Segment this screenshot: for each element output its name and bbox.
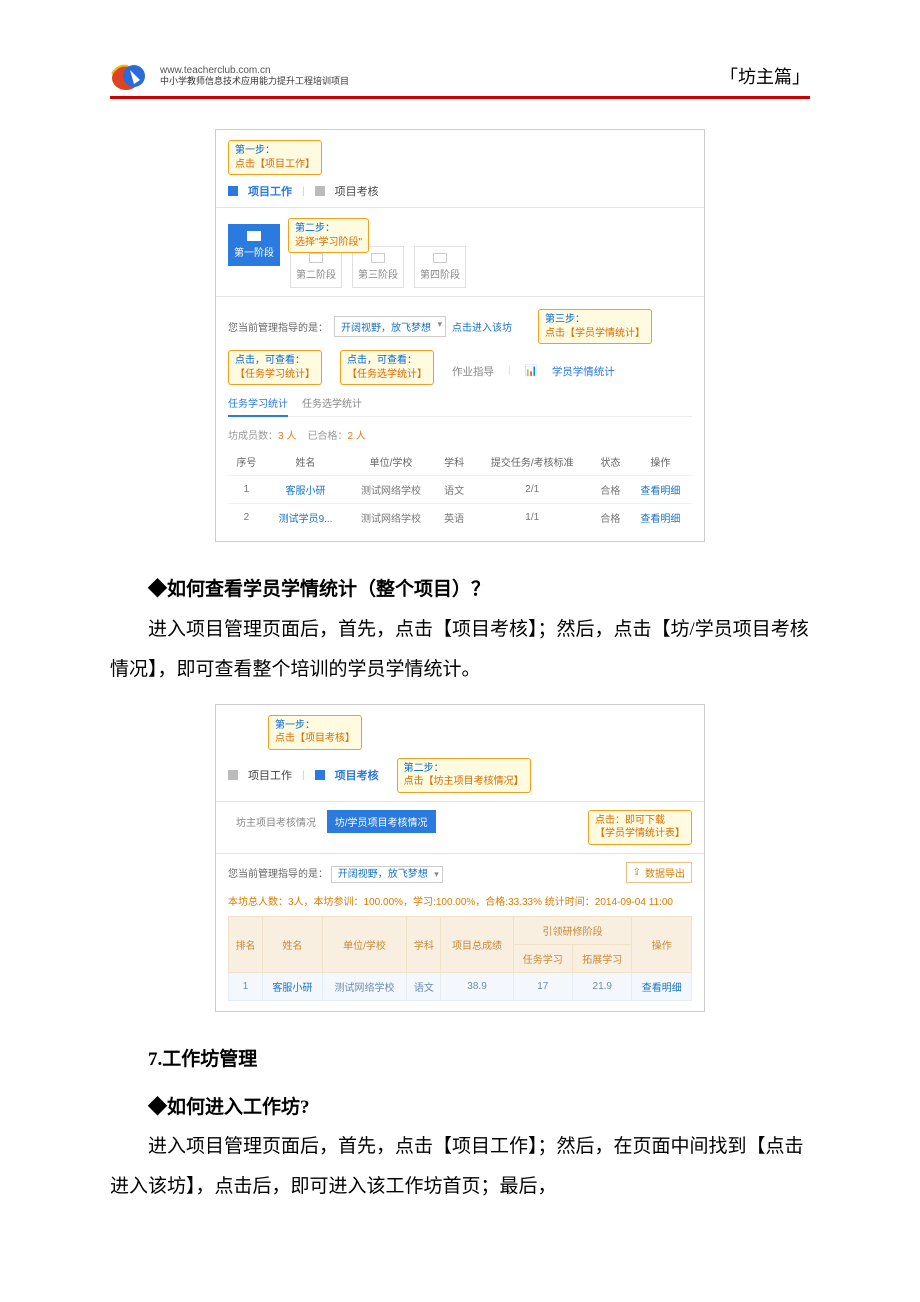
stat-tab-student-icon: 📊 [525,364,538,379]
mgmt-label: 您当前管理指导的是： [228,319,328,334]
logo-icon [110,60,154,92]
member-counts: 坊成员数：3 人 已合格：2 人 [228,427,692,442]
section-heading-stat: ◆如何查看学员学情统计（整个项目）？ [110,570,810,610]
section-heading-enter: ◆如何进入工作坊? [110,1088,810,1128]
stat-tab-student[interactable]: 学员学情统计 [552,364,615,379]
mgmt-label: 您当前管理指导的是： [228,869,328,880]
callout2-step2: 第二步： 点击【坊主项目考核情况】 [397,758,531,793]
view-detail-link[interactable]: 查看明细 [629,476,692,504]
summary-line: 本坊总人数：3人，本坊参训：100.00%，学习:100.00%，合格:33.3… [228,893,692,908]
table-row: 1 客服小研 测试网络学校 语文 2/1 合格 查看明细 [228,476,692,504]
tab-work-icon [228,186,238,196]
tab-project-assess[interactable]: 项目考核 [335,183,379,199]
callout-task-study: 点击，可查看： 【任务学习统计】 [228,350,322,385]
section-body-enter: 进入项目管理页面后，首先，点击【项目工作】；然后，在页面中间找到【点击进入该坊】… [110,1127,810,1207]
callout-step3-line1: 第三步： [545,314,585,325]
page-header: www.teacherclub.com.cn 中小学教师信息技术应用能力提升工程… [110,60,810,99]
tab-assess-icon [315,186,325,196]
stage-4[interactable]: 第四阶段 [414,246,466,288]
stage-1[interactable]: 第一阶段 [228,224,280,266]
callout-task-select: 点击，可查看： 【任务选学统计】 [340,350,434,385]
tab-assess-icon [315,770,325,780]
table-row: 1 客服小研 测试网络学校 语文 38.9 17 21.9 查看明细 [229,972,692,1000]
callout-download: 点击：即可下载 【学员学情统计表】 [588,810,692,845]
logo-block: www.teacherclub.com.cn 中小学教师信息技术应用能力提升工程… [110,60,349,92]
callout-step1: 第一步： 点击【项目工作】 [228,140,322,175]
section-7-title: 7.工作坊管理 [110,1040,810,1080]
header-url: www.teacherclub.com.cn [160,65,349,76]
header-right: 「坊主篇」 [720,63,810,89]
tab-work-icon [228,770,238,780]
table-row: 2 测试学员9... 测试网络学校 英语 1/1 合格 查看明细 [228,504,692,532]
tab-project-work[interactable]: 项目工作 [248,767,292,783]
assess-table: 排名 姓名 单位/学校 学科 项目总成绩 引领研修阶段 操作 任务学习 拓展学习… [228,916,692,1001]
export-icon: ⇪ [633,867,641,878]
view-detail-link[interactable]: 查看明细 [632,972,692,1000]
screenshot-1: 第一步： 点击【项目工作】 项目工作 | 项目考核 第一阶段 第二步： 选择"学… [215,129,705,542]
callout-step3-line2: 点击【学员学情统计】 [545,328,645,339]
student-table: 序号 姓名 单位/学校 学科 提交任务/考核标准 状态 操作 1 客服小研 测试… [228,448,692,531]
callout-step2-line1: 第二步： [295,223,335,234]
callout-step3: 第三步： 点击【学员学情统计】 [538,309,652,344]
subtab-student-assess[interactable]: 坊/学员项目考核情况 [327,810,436,833]
workshop-dropdown[interactable]: 开阔视野，放飞梦想 [331,866,443,883]
callout-step2: 第二步： 选择"学习阶段" [288,218,369,253]
enter-workshop-link[interactable]: 点击进入该坊 [452,319,512,334]
subtab-task-select[interactable]: 任务选学统计 [302,395,362,410]
workshop-dropdown[interactable]: 开阔视野，放飞梦想 [334,316,446,337]
section-body-stat: 进入项目管理页面后，首先，点击【项目考核】；然后，点击【坊/学员项目考核情况】，… [110,610,810,690]
view-detail-link[interactable]: 查看明细 [629,504,692,532]
export-button[interactable]: ⇪ 数据导出 [626,862,692,883]
callout-step2-line2: 选择"学习阶段" [295,237,362,248]
callout-step1-line2: 点击【项目工作】 [235,159,315,170]
stat-tab-homework[interactable]: 作业指导 [452,364,494,379]
subtab-task-study[interactable]: 任务学习统计 [228,395,288,417]
callout-step1-line1: 第一步： [235,145,275,156]
tab-project-work[interactable]: 项目工作 [248,183,292,199]
callout2-step1: 第一步： 点击【项目考核】 [268,715,362,750]
tab-project-assess[interactable]: 项目考核 [335,767,379,783]
header-subtitle: 中小学教师信息技术应用能力提升工程培训项目 [160,76,349,87]
subtab-workshop-owner[interactable]: 坊主项目考核情况 [228,810,324,833]
screenshot-2: 第一步： 点击【项目考核】 项目工作 | 项目考核 第二步： 点击【坊主项目考核… [215,704,705,1012]
